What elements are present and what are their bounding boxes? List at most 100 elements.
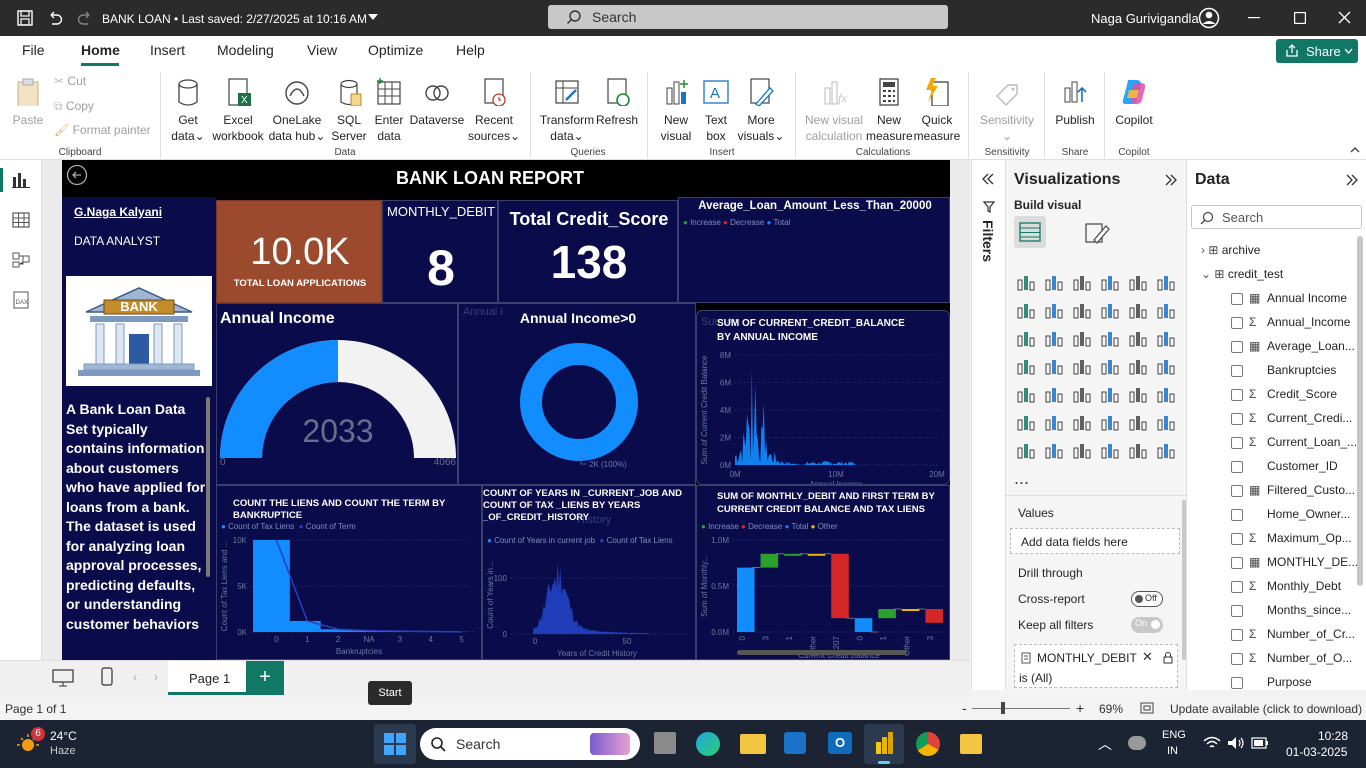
chevron-icon[interactable]: [1156, 440, 1176, 460]
funnel-icon[interactable]: [1044, 328, 1064, 348]
r-visual-icon[interactable]: [1156, 384, 1176, 404]
field-item[interactable]: Σ Maximum_Op...: [1231, 531, 1352, 553]
narrative-icon[interactable]: [1128, 412, 1148, 432]
field-item[interactable]: Σ Monthly_Debt: [1231, 579, 1341, 601]
field-checkbox[interactable]: [1231, 364, 1243, 377]
tab-insert[interactable]: Insert: [150, 42, 185, 58]
refresh-button[interactable]: Refresh: [596, 76, 638, 128]
field-item[interactable]: ▦ Annual Income: [1231, 291, 1347, 313]
avatar-icon[interactable]: [1198, 7, 1220, 29]
tab-modeling[interactable]: Modeling: [217, 42, 274, 58]
zoom-out-button[interactable]: -: [962, 700, 967, 716]
field-item[interactable]: ▦ Average_Loan...: [1231, 339, 1355, 361]
qa-icon[interactable]: [1100, 412, 1120, 432]
tab-optimize[interactable]: Optimize: [368, 42, 423, 58]
stacked-bar-icon[interactable]: [1016, 272, 1036, 292]
mobile-layout-icon[interactable]: [100, 667, 114, 687]
field-item[interactable]: Σ Annual_Income: [1231, 315, 1350, 337]
table-view-icon[interactable]: [12, 212, 30, 228]
table-icon[interactable]: [1100, 384, 1120, 404]
tab-help[interactable]: Help: [456, 42, 485, 58]
power-automate-icon[interactable]: [1072, 440, 1092, 460]
onelake-button[interactable]: OneLake data hub⌄: [267, 76, 327, 144]
filters-pane[interactable]: Filters: [971, 160, 1005, 690]
lock-icon[interactable]: [1163, 652, 1173, 664]
field-checkbox[interactable]: [1231, 388, 1243, 401]
clock-time[interactable]: 10:28: [1318, 729, 1348, 743]
100-column-icon[interactable]: [1156, 272, 1176, 292]
dataverse-button[interactable]: Dataverse: [409, 76, 465, 128]
field-item[interactable]: Σ Current_Credi...: [1231, 411, 1352, 433]
field-checkbox[interactable]: [1231, 460, 1243, 473]
azure-map-icon[interactable]: [1072, 356, 1092, 376]
outlook-icon[interactable]: O: [828, 732, 852, 754]
gauge-icon[interactable]: [1128, 356, 1148, 376]
quick-measure-button[interactable]: Quick measure: [913, 76, 961, 144]
publish-button[interactable]: Publish: [1052, 76, 1098, 128]
transform-data-button[interactable]: Transform data⌄: [538, 76, 596, 144]
format-painter-button[interactable]: 🖌 Format painter: [54, 123, 151, 137]
undo-icon[interactable]: [46, 9, 64, 27]
keep-filters-toggle[interactable]: On: [1131, 617, 1163, 633]
field-item[interactable]: Home_Owner...: [1231, 507, 1350, 529]
clustered-column-icon[interactable]: [1100, 272, 1120, 292]
field-item[interactable]: ▦ MONTHLY_DE...: [1231, 555, 1358, 577]
chevron-up-icon[interactable]: ︿: [1098, 734, 1112, 754]
expand-icon[interactable]: [1164, 174, 1178, 186]
clock-date[interactable]: 01-03-2025: [1286, 745, 1347, 759]
tab-file[interactable]: File: [22, 42, 45, 58]
collapse-ribbon-icon[interactable]: [1350, 146, 1360, 153]
scatter-icon[interactable]: [1072, 328, 1092, 348]
diamond-icon[interactable]: [1128, 440, 1148, 460]
arrow-icon[interactable]: [1100, 356, 1120, 376]
map-icon[interactable]: [1016, 356, 1036, 376]
data-search-input[interactable]: Search: [1191, 205, 1362, 229]
filter-card[interactable]: MONTHLY_DEBIT ✕ is (All): [1014, 644, 1178, 688]
key-influencers-icon[interactable]: [1044, 412, 1064, 432]
average-loan-chart[interactable]: Average_Loan_Amount_Less_Than_20000 ● In…: [678, 197, 950, 303]
share-button[interactable]: Share: [1276, 39, 1358, 63]
next-page-icon[interactable]: ›: [154, 670, 158, 684]
field-checkbox[interactable]: [1231, 484, 1243, 497]
field-checkbox[interactable]: [1231, 604, 1243, 617]
table-archive[interactable]: › ⊞ archive: [1201, 243, 1260, 265]
chevron-down-icon[interactable]: [368, 14, 378, 22]
page-tab-1[interactable]: Page 1: [168, 661, 246, 695]
multi-row-card-icon[interactable]: [1016, 384, 1036, 404]
field-item[interactable]: Σ Current_Loan_...: [1231, 435, 1357, 457]
dax-query-view-icon[interactable]: DAX: [12, 291, 30, 309]
decomposition-tree-icon[interactable]: [1072, 412, 1092, 432]
prev-page-icon[interactable]: ‹: [133, 670, 137, 684]
field-checkbox[interactable]: [1231, 508, 1243, 521]
field-item[interactable]: Customer_ID: [1231, 459, 1338, 481]
donut-icon[interactable]: [1128, 328, 1148, 348]
annual-income-donut[interactable]: Annual I Annual Income>0 2K (100%): [458, 303, 696, 485]
collapse-filters-icon[interactable]: [981, 173, 995, 185]
file-explorer-icon[interactable]: [740, 734, 766, 754]
scrollbar[interactable]: [1357, 236, 1363, 586]
enter-data-button[interactable]: Enter data: [371, 76, 407, 144]
horizontal-scrollbar[interactable]: [737, 650, 907, 655]
model-view-icon[interactable]: [12, 252, 30, 268]
field-checkbox[interactable]: [1231, 292, 1243, 305]
field-checkbox[interactable]: [1231, 412, 1243, 425]
search-box[interactable]: Search: [548, 5, 948, 29]
paginated-report-icon[interactable]: [1016, 440, 1036, 460]
more-visuals-button[interactable]: More visuals⌄: [736, 76, 786, 144]
slicer-icon[interactable]: [1072, 384, 1092, 404]
close-icon[interactable]: [1338, 11, 1351, 24]
line-column-icon[interactable]: [1128, 300, 1148, 320]
field-item[interactable]: Purpose: [1231, 675, 1312, 697]
tab-home[interactable]: Home: [81, 42, 120, 58]
field-checkbox[interactable]: [1231, 340, 1243, 353]
field-checkbox[interactable]: [1231, 556, 1243, 569]
language[interactable]: ENG: [1162, 729, 1186, 741]
cloud-icon[interactable]: [1128, 736, 1146, 750]
recent-sources-button[interactable]: Recent sources⌄: [466, 76, 522, 144]
expand-icon[interactable]: [1345, 174, 1359, 186]
powerbi-taskbar-button[interactable]: [864, 724, 904, 764]
start-button[interactable]: [374, 724, 416, 764]
copy-button[interactable]: ⧉ Copy: [54, 99, 94, 114]
add-page-button[interactable]: +: [246, 661, 284, 695]
chrome-icon[interactable]: [916, 732, 940, 756]
